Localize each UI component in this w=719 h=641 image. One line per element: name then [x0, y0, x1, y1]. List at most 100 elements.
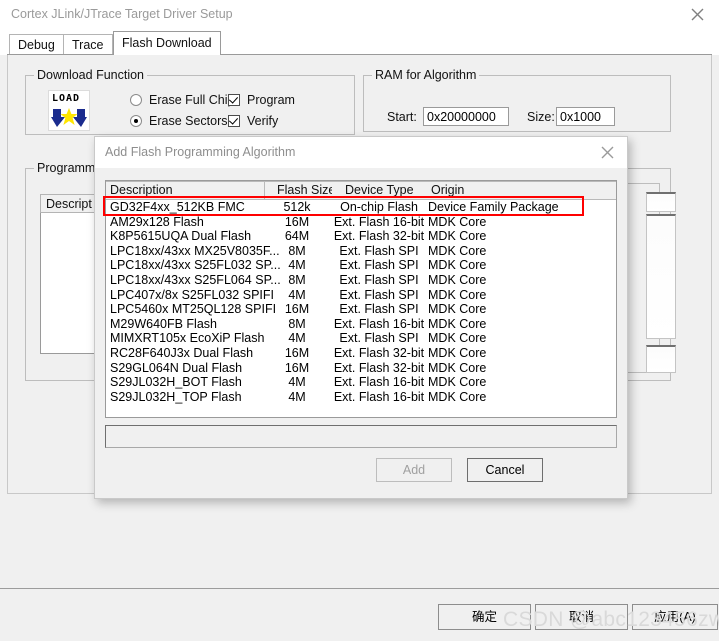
cell-flash-size: 4M: [288, 287, 306, 302]
table-row[interactable]: S29JL032H_BOT Flash 4M Ext. Flash 16-bit MD…: [106, 375, 616, 390]
tab-flash-download[interactable]: Flash Download: [113, 31, 221, 55]
table-row[interactable]: GD32F4xx_512KB FMC 512k On-chip Flash Devic…: [106, 200, 616, 215]
table-row[interactable]: S29JL032H_TOP Flash 4M Ext. Flash 16-bit MD…: [106, 390, 616, 405]
cancel-button[interactable]: 取消: [535, 604, 628, 630]
cell-device-type: On-chip Flash: [340, 200, 418, 214]
radio-erase-sectors-label: Erase Sectors: [149, 114, 228, 128]
column-header-origin[interactable]: Origin: [426, 181, 596, 200]
cell-device-type: Ext. Flash SPI: [339, 331, 419, 346]
close-icon[interactable]: [677, 0, 719, 30]
checkbox-program-marker: [228, 94, 240, 106]
ok-button[interactable]: 确定: [438, 604, 531, 630]
ram-size-input[interactable]: 0x1000: [556, 107, 615, 126]
background-field-1[interactable]: [646, 192, 676, 212]
ram-for-algorithm-legend: RAM for Algorithm: [372, 68, 480, 82]
table-row[interactable]: MIMXRT105x EcoXiP Flash 4M Ext. Flash SPI M…: [106, 331, 616, 346]
cell-origin: MDK Core: [428, 229, 487, 244]
tab-trace[interactable]: Trace: [63, 34, 113, 55]
programming-algorithm-legend: Programm: [34, 161, 99, 175]
cell-origin: MDK Core: [428, 360, 487, 375]
table-row[interactable]: S29GL064N Dual Flash 16M Ext. Flash 32-bit…: [106, 361, 616, 376]
algorithm-table[interactable]: Description Flash Size Device Type Origi…: [105, 180, 617, 418]
cell-flash-size: 16M: [284, 302, 310, 317]
column-header-spacer[interactable]: [595, 181, 616, 200]
cell-description: MIMXRT105x EcoXiP Flash: [110, 331, 265, 346]
cell-origin: MDK Core: [428, 287, 487, 302]
cell-flash-size: 8M: [288, 243, 306, 258]
cell-flash-size: 16M: [284, 214, 310, 229]
tab-debug[interactable]: Debug: [9, 34, 64, 55]
cell-flash-size: 512k: [283, 200, 311, 214]
cell-description: M29W640FB Flash: [110, 316, 217, 331]
add-button[interactable]: Add: [376, 458, 452, 482]
cell-description: S29JL032H_TOP Flash: [110, 389, 242, 404]
table-row[interactable]: LPC18xx/43xx S25FL032 SP... 4M Ext. Flash …: [106, 258, 616, 273]
cell-description: RC28F640J3x Dual Flash: [110, 345, 254, 360]
algorithm-table-body: GD32F4xx_512KB FMC 512k On-chip Flash Devic…: [106, 200, 616, 404]
cell-origin: MDK Core: [428, 331, 487, 346]
table-row[interactable]: AM29x128 Flash 16M Ext. Flash 16-bit MDK Co…: [106, 215, 616, 230]
cell-description: K8P5615UQA Dual Flash: [110, 229, 252, 244]
table-row[interactable]: M29W640FB Flash 8M Ext. Flash 16-bit MDK Co…: [106, 317, 616, 332]
radio-erase-full-chip[interactable]: Erase Full Chip: [130, 93, 234, 107]
programming-algorithm-list-header-label: Descript: [46, 197, 92, 211]
cell-device-type: Ext. Flash 16-bit: [333, 214, 425, 229]
cell-flash-size: 16M: [284, 345, 310, 360]
checkbox-program-label: Program: [247, 93, 295, 107]
table-row[interactable]: LPC18xx/43xx S25FL064 SP... 8M Ext. Flash …: [106, 273, 616, 288]
cell-description: LPC407x/8x S25FL032 SPIFI: [110, 287, 274, 302]
radio-erase-sectors[interactable]: Erase Sectors: [130, 114, 228, 128]
cell-description: LPC18xx/43xx MX25V8035F...: [110, 243, 280, 258]
load-arrows-glyph: [51, 108, 87, 127]
load-icon-text: LOAD: [52, 93, 81, 104]
table-row[interactable]: LPC18xx/43xx MX25V8035F... 8M Ext. Flash S…: [106, 244, 616, 259]
cell-origin: MDK Core: [428, 214, 487, 229]
tab-strip: Debug Trace Flash Download: [0, 30, 719, 55]
ram-start-input[interactable]: 0x20000000: [423, 107, 509, 126]
radio-erase-full-chip-label: Erase Full Chip: [149, 93, 235, 107]
algorithm-table-header: Description Flash Size Device Type Origi…: [106, 181, 616, 200]
cell-origin: MDK Core: [428, 258, 487, 273]
algorithm-path-input[interactable]: [105, 425, 617, 448]
dialog-title-bar: Add Flash Programming Algorithm: [95, 137, 627, 168]
cell-origin: MDK Core: [428, 272, 487, 287]
table-row[interactable]: K8P5615UQA Dual Flash 64M Ext. Flash 32-bi…: [106, 229, 616, 244]
cell-flash-size: 8M: [288, 316, 306, 331]
ram-size-label: Size:: [527, 110, 555, 124]
cell-device-type: Ext. Flash 32-bit: [333, 229, 425, 244]
cell-device-type: Ext. Flash SPI: [339, 243, 419, 258]
page-title: Cortex JLink/JTrace Target Driver Setup: [11, 7, 233, 21]
background-field-3[interactable]: [646, 345, 676, 373]
background-field-2[interactable]: [646, 214, 676, 339]
cell-origin: MDK Core: [428, 375, 487, 390]
table-row[interactable]: RC28F640J3x Dual Flash 16M Ext. Flash 32-b…: [106, 346, 616, 361]
cell-device-type: Ext. Flash 16-bit: [333, 389, 425, 404]
checkbox-program[interactable]: Program: [228, 93, 295, 107]
column-header-device-type[interactable]: Device Type: [332, 181, 427, 200]
close-glyph: [691, 8, 704, 21]
radio-erase-sectors-marker: [130, 115, 142, 127]
checkbox-verify-label: Verify: [247, 114, 279, 128]
column-header-flash-size[interactable]: Flash Size: [265, 181, 333, 200]
close-glyph: [601, 146, 614, 159]
table-row[interactable]: LPC5460x MT25QL128 SPIFI 16M Ext. Flash SP…: [106, 302, 616, 317]
cell-origin: Device Family Package: [428, 200, 559, 214]
cell-description: S29GL064N Dual Flash: [110, 360, 243, 375]
close-icon[interactable]: [589, 137, 627, 168]
cell-device-type: Ext. Flash SPI: [339, 258, 419, 273]
cell-flash-size: 16M: [284, 360, 310, 375]
footer-divider: [0, 588, 719, 589]
dialog-cancel-button[interactable]: Cancel: [467, 458, 543, 482]
cell-device-type: Ext. Flash 32-bit: [333, 360, 425, 375]
cell-description: LPC18xx/43xx S25FL032 SP...: [110, 258, 281, 273]
cell-flash-size: 4M: [288, 375, 306, 390]
radio-erase-full-chip-marker: [130, 94, 142, 106]
cell-description: LPC18xx/43xx S25FL064 SP...: [110, 272, 281, 287]
apply-button[interactable]: 应用(A): [632, 604, 718, 630]
table-row[interactable]: LPC407x/8x S25FL032 SPIFI 4M Ext. Flash SP…: [106, 288, 616, 303]
checkbox-verify[interactable]: Verify: [228, 114, 278, 128]
column-header-description[interactable]: Description: [106, 181, 265, 200]
cell-flash-size: 64M: [284, 229, 310, 244]
cell-description: GD32F4xx_512KB FMC: [110, 200, 245, 214]
add-flash-programming-algorithm-dialog: Add Flash Programming Algorithm Descript…: [94, 136, 628, 499]
